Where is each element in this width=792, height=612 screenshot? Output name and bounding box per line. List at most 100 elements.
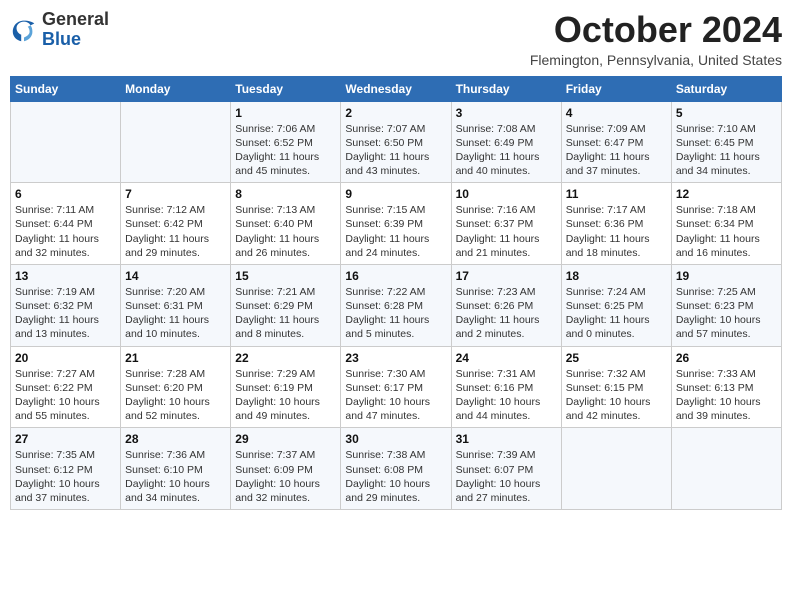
logo-icon bbox=[10, 16, 38, 44]
day-info: Sunrise: 7:11 AM Sunset: 6:44 PM Dayligh… bbox=[15, 203, 116, 260]
calendar-day-cell bbox=[121, 101, 231, 183]
calendar-day-cell: 8 Sunrise: 7:13 AM Sunset: 6:40 PM Daylig… bbox=[231, 183, 341, 265]
calendar-day-cell: 23 Sunrise: 7:30 AM Sunset: 6:17 PM Dayli… bbox=[341, 346, 451, 428]
calendar-day-cell: 29 Sunrise: 7:37 AM Sunset: 6:09 PM Dayli… bbox=[231, 428, 341, 510]
day-info: Sunrise: 7:33 AM Sunset: 6:13 PM Dayligh… bbox=[676, 367, 777, 424]
calendar-day-cell: 15 Sunrise: 7:21 AM Sunset: 6:29 PM Dayli… bbox=[231, 264, 341, 346]
day-number: 18 bbox=[566, 269, 667, 283]
month-title: October 2024 bbox=[530, 10, 782, 50]
calendar-day-cell: 3Sunrise: 7:08 AM Sunset: 6:49 PM Daylig… bbox=[451, 101, 561, 183]
day-info: Sunrise: 7:24 AM Sunset: 6:25 PM Dayligh… bbox=[566, 285, 667, 342]
location: Flemington, Pennsylvania, United States bbox=[530, 52, 782, 68]
day-number: 13 bbox=[15, 269, 116, 283]
calendar-day-cell: 30 Sunrise: 7:38 AM Sunset: 6:08 PM Dayli… bbox=[341, 428, 451, 510]
day-number: 20 bbox=[15, 351, 116, 365]
day-info: Sunrise: 7:21 AM Sunset: 6:29 PM Dayligh… bbox=[235, 285, 336, 342]
calendar-day-cell: 2 Sunrise: 7:07 AM Sunset: 6:50 PM Daylig… bbox=[341, 101, 451, 183]
logo-text: General Blue bbox=[42, 10, 109, 50]
calendar-day-cell: 6 Sunrise: 7:11 AM Sunset: 6:44 PM Daylig… bbox=[11, 183, 121, 265]
calendar-day-cell: 5 Sunrise: 7:10 AM Sunset: 6:45 PM Daylig… bbox=[671, 101, 781, 183]
day-number: 10 bbox=[456, 187, 557, 201]
day-number: 1 bbox=[235, 106, 336, 120]
day-number: 4 bbox=[566, 106, 667, 120]
day-number: 19 bbox=[676, 269, 777, 283]
calendar-day-cell bbox=[561, 428, 671, 510]
day-info: Sunrise: 7:36 AM Sunset: 6:10 PM Dayligh… bbox=[125, 448, 226, 505]
logo: General Blue bbox=[10, 10, 109, 50]
calendar-day-cell: 4 Sunrise: 7:09 AM Sunset: 6:47 PM Daylig… bbox=[561, 101, 671, 183]
calendar-table: SundayMondayTuesdayWednesdayThursdayFrid… bbox=[10, 76, 782, 510]
day-info: Sunrise: 7:30 AM Sunset: 6:17 PM Dayligh… bbox=[345, 367, 446, 424]
calendar-week-row: 6 Sunrise: 7:11 AM Sunset: 6:44 PM Daylig… bbox=[11, 183, 782, 265]
calendar-day-cell: 18 Sunrise: 7:24 AM Sunset: 6:25 PM Dayli… bbox=[561, 264, 671, 346]
day-info: Sunrise: 7:17 AM Sunset: 6:36 PM Dayligh… bbox=[566, 203, 667, 260]
calendar-body: 1 Sunrise: 7:06 AM Sunset: 6:52 PM Daylig… bbox=[11, 101, 782, 509]
day-info: Sunrise: 7:10 AM Sunset: 6:45 PM Dayligh… bbox=[676, 122, 777, 179]
calendar-day-cell: 26 Sunrise: 7:33 AM Sunset: 6:13 PM Dayli… bbox=[671, 346, 781, 428]
day-number: 31 bbox=[456, 432, 557, 446]
day-info: Sunrise: 7:28 AM Sunset: 6:20 PM Dayligh… bbox=[125, 367, 226, 424]
calendar-day-cell: 24Sunrise: 7:31 AM Sunset: 6:16 PM Dayli… bbox=[451, 346, 561, 428]
day-number: 5 bbox=[676, 106, 777, 120]
day-info: Sunrise: 7:16 AM Sunset: 6:37 PM Dayligh… bbox=[456, 203, 557, 260]
day-number: 26 bbox=[676, 351, 777, 365]
day-number: 7 bbox=[125, 187, 226, 201]
calendar-day-header: Monday bbox=[121, 76, 231, 101]
calendar-day-cell: 1 Sunrise: 7:06 AM Sunset: 6:52 PM Daylig… bbox=[231, 101, 341, 183]
day-info: Sunrise: 7:20 AM Sunset: 6:31 PM Dayligh… bbox=[125, 285, 226, 342]
day-number: 21 bbox=[125, 351, 226, 365]
calendar-day-cell: 21 Sunrise: 7:28 AM Sunset: 6:20 PM Dayli… bbox=[121, 346, 231, 428]
day-number: 22 bbox=[235, 351, 336, 365]
day-number: 30 bbox=[345, 432, 446, 446]
day-info: Sunrise: 7:27 AM Sunset: 6:22 PM Dayligh… bbox=[15, 367, 116, 424]
day-info: Sunrise: 7:29 AM Sunset: 6:19 PM Dayligh… bbox=[235, 367, 336, 424]
calendar-day-cell: 14Sunrise: 7:20 AM Sunset: 6:31 PM Dayli… bbox=[121, 264, 231, 346]
day-info: Sunrise: 7:32 AM Sunset: 6:15 PM Dayligh… bbox=[566, 367, 667, 424]
calendar-day-cell: 25Sunrise: 7:32 AM Sunset: 6:15 PM Dayli… bbox=[561, 346, 671, 428]
day-number: 6 bbox=[15, 187, 116, 201]
calendar-day-cell: 16Sunrise: 7:22 AM Sunset: 6:28 PM Dayli… bbox=[341, 264, 451, 346]
day-number: 15 bbox=[235, 269, 336, 283]
day-number: 11 bbox=[566, 187, 667, 201]
calendar-day-cell: 10 Sunrise: 7:16 AM Sunset: 6:37 PM Dayli… bbox=[451, 183, 561, 265]
day-number: 28 bbox=[125, 432, 226, 446]
calendar-day-cell: 13 Sunrise: 7:19 AM Sunset: 6:32 PM Dayli… bbox=[11, 264, 121, 346]
calendar-day-cell bbox=[11, 101, 121, 183]
day-info: Sunrise: 7:39 AM Sunset: 6:07 PM Dayligh… bbox=[456, 448, 557, 505]
calendar-day-cell: 20 Sunrise: 7:27 AM Sunset: 6:22 PM Dayli… bbox=[11, 346, 121, 428]
day-info: Sunrise: 7:25 AM Sunset: 6:23 PM Dayligh… bbox=[676, 285, 777, 342]
calendar-day-header: Thursday bbox=[451, 76, 561, 101]
calendar-day-cell: 17 Sunrise: 7:23 AM Sunset: 6:26 PM Dayli… bbox=[451, 264, 561, 346]
title-area: October 2024 Flemington, Pennsylvania, U… bbox=[530, 10, 782, 68]
day-info: Sunrise: 7:19 AM Sunset: 6:32 PM Dayligh… bbox=[15, 285, 116, 342]
day-info: Sunrise: 7:08 AM Sunset: 6:49 PM Dayligh… bbox=[456, 122, 557, 179]
calendar-week-row: 1 Sunrise: 7:06 AM Sunset: 6:52 PM Daylig… bbox=[11, 101, 782, 183]
day-number: 17 bbox=[456, 269, 557, 283]
calendar-week-row: 27Sunrise: 7:35 AM Sunset: 6:12 PM Dayli… bbox=[11, 428, 782, 510]
day-info: Sunrise: 7:15 AM Sunset: 6:39 PM Dayligh… bbox=[345, 203, 446, 260]
calendar-week-row: 20 Sunrise: 7:27 AM Sunset: 6:22 PM Dayli… bbox=[11, 346, 782, 428]
calendar-day-header: Sunday bbox=[11, 76, 121, 101]
day-info: Sunrise: 7:07 AM Sunset: 6:50 PM Dayligh… bbox=[345, 122, 446, 179]
day-number: 2 bbox=[345, 106, 446, 120]
day-info: Sunrise: 7:06 AM Sunset: 6:52 PM Dayligh… bbox=[235, 122, 336, 179]
calendar-day-header: Friday bbox=[561, 76, 671, 101]
day-number: 23 bbox=[345, 351, 446, 365]
calendar-day-cell: 19 Sunrise: 7:25 AM Sunset: 6:23 PM Dayli… bbox=[671, 264, 781, 346]
calendar-day-cell: 11 Sunrise: 7:17 AM Sunset: 6:36 PM Dayli… bbox=[561, 183, 671, 265]
day-number: 29 bbox=[235, 432, 336, 446]
day-info: Sunrise: 7:35 AM Sunset: 6:12 PM Dayligh… bbox=[15, 448, 116, 505]
calendar-day-cell: 9 Sunrise: 7:15 AM Sunset: 6:39 PM Daylig… bbox=[341, 183, 451, 265]
day-info: Sunrise: 7:23 AM Sunset: 6:26 PM Dayligh… bbox=[456, 285, 557, 342]
day-number: 9 bbox=[345, 187, 446, 201]
day-info: Sunrise: 7:37 AM Sunset: 6:09 PM Dayligh… bbox=[235, 448, 336, 505]
day-number: 12 bbox=[676, 187, 777, 201]
day-number: 8 bbox=[235, 187, 336, 201]
day-info: Sunrise: 7:13 AM Sunset: 6:40 PM Dayligh… bbox=[235, 203, 336, 260]
calendar-day-cell: 12Sunrise: 7:18 AM Sunset: 6:34 PM Dayli… bbox=[671, 183, 781, 265]
calendar-day-header: Wednesday bbox=[341, 76, 451, 101]
calendar-day-header: Tuesday bbox=[231, 76, 341, 101]
day-info: Sunrise: 7:38 AM Sunset: 6:08 PM Dayligh… bbox=[345, 448, 446, 505]
day-info: Sunrise: 7:09 AM Sunset: 6:47 PM Dayligh… bbox=[566, 122, 667, 179]
day-number: 24 bbox=[456, 351, 557, 365]
